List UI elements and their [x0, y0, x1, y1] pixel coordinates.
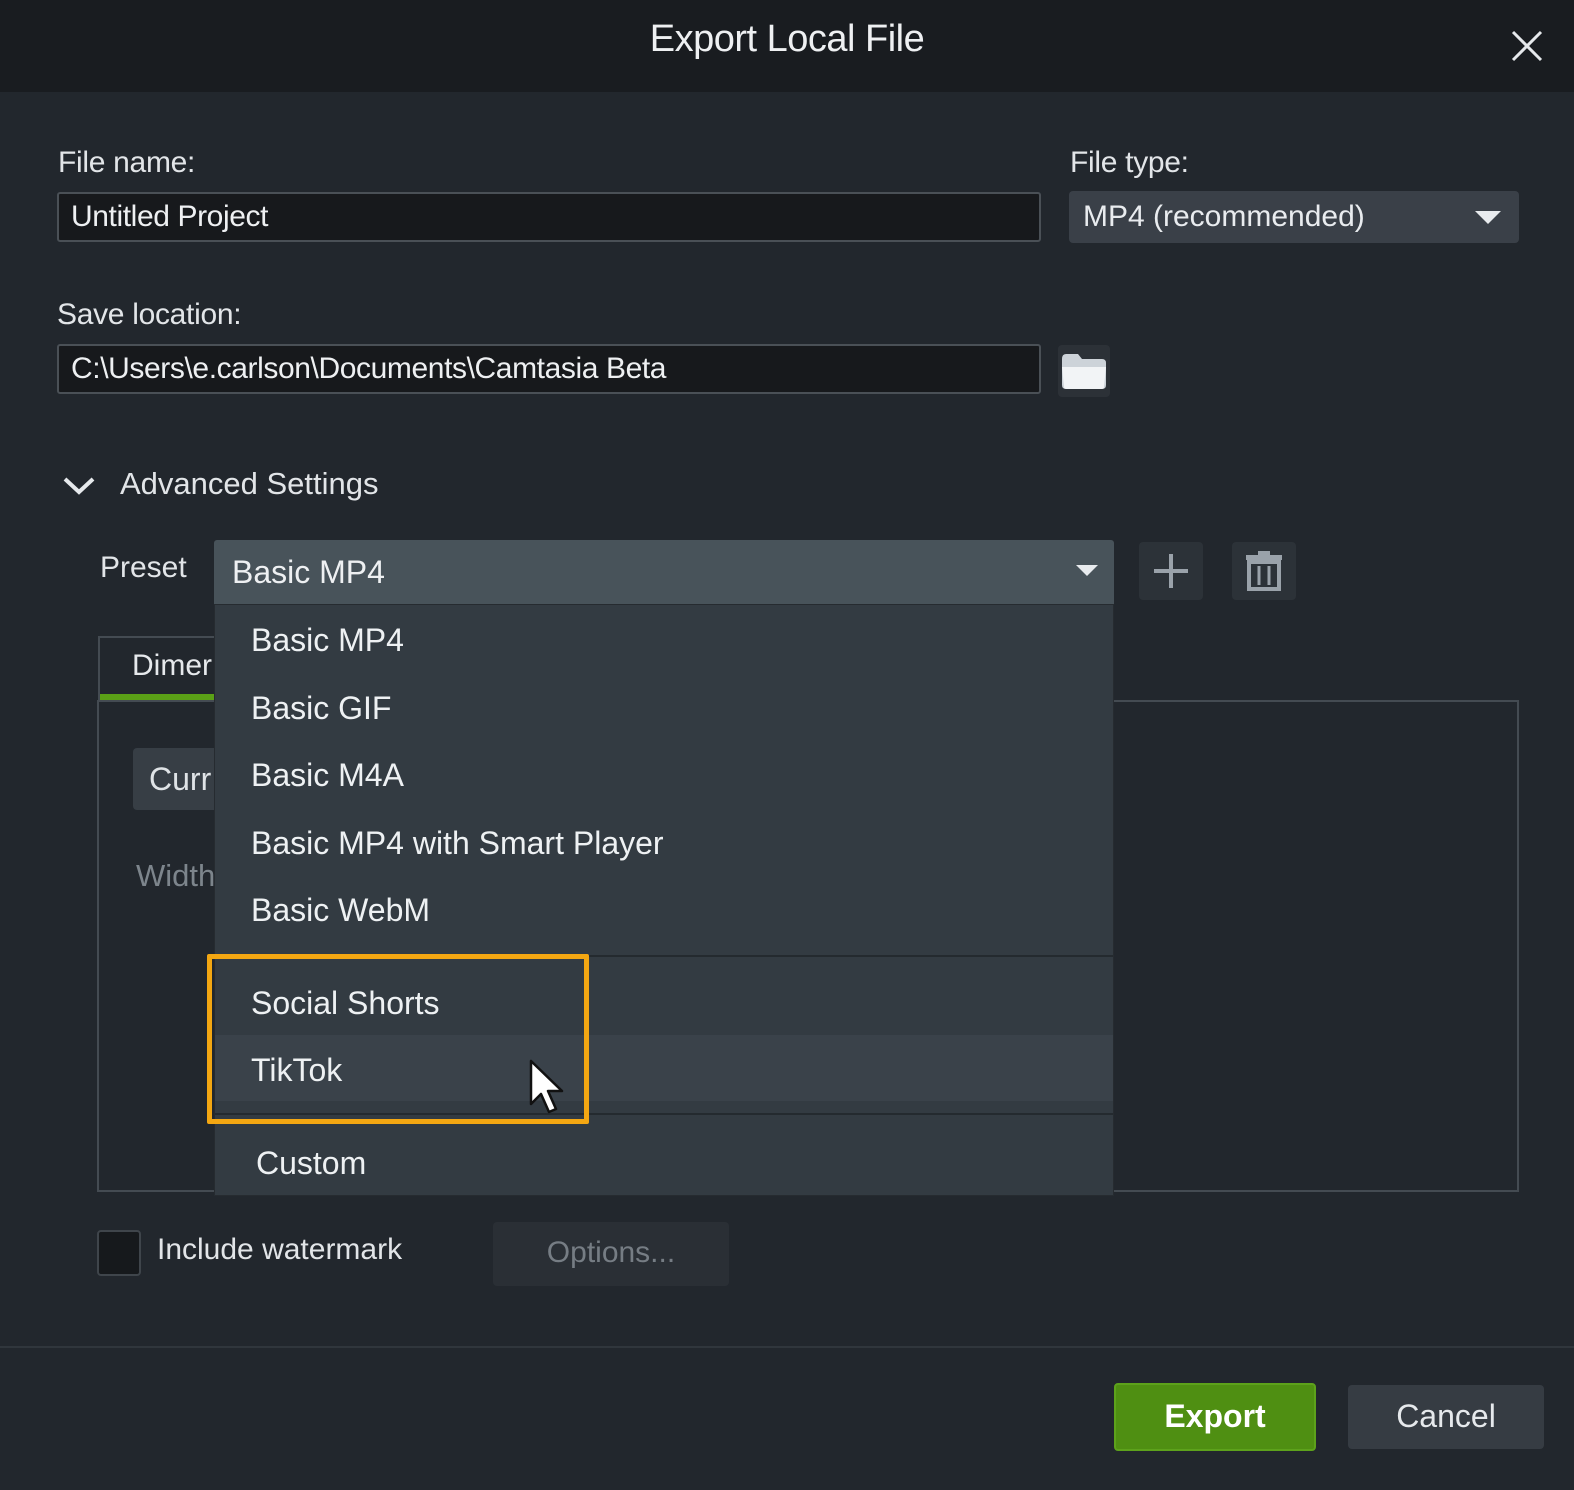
advanced-settings-toggle[interactable]: Advanced Settings: [120, 466, 379, 502]
dialog-title: Export Local File: [649, 18, 925, 60]
menu-item-custom[interactable]: Custom: [256, 1135, 366, 1191]
footer-divider: [0, 1346, 1574, 1348]
preset-selected-value: Basic MP4: [232, 554, 385, 590]
include-watermark-checkbox[interactable]: [97, 1230, 141, 1276]
include-watermark-label: Include watermark: [157, 1233, 403, 1266]
export-button[interactable]: Export: [1114, 1383, 1316, 1451]
file-name-label: File name:: [58, 146, 196, 179]
save-location-input[interactable]: C:\Users\e.carlson\Documents\Camtasia Be…: [57, 344, 1041, 394]
add-preset-button[interactable]: [1139, 542, 1203, 600]
watermark-options-button[interactable]: Options...: [493, 1222, 729, 1286]
chevron-down-icon: [1475, 211, 1501, 224]
menu-item-basic-m4a[interactable]: Basic M4A: [251, 747, 404, 803]
delete-preset-button[interactable]: [1232, 542, 1296, 600]
menu-item-basic-mp4[interactable]: Basic MP4: [251, 612, 404, 668]
file-type-label: File type:: [1070, 146, 1189, 179]
title-bar: Export Local File: [0, 0, 1574, 92]
trash-icon: [1246, 551, 1282, 591]
plus-icon: [1154, 554, 1188, 588]
file-type-value: MP4 (recommended): [1083, 200, 1365, 233]
preset-label: Preset: [100, 551, 187, 584]
mouse-cursor-icon: [529, 1059, 564, 1114]
file-type-select[interactable]: MP4 (recommended): [1069, 191, 1519, 243]
preset-select[interactable]: Basic MP4: [214, 540, 1114, 604]
cancel-button[interactable]: Cancel: [1348, 1385, 1544, 1449]
folder-icon: [1062, 354, 1106, 389]
menu-item-basic-mp4-smart-player[interactable]: Basic MP4 with Smart Player: [251, 815, 664, 871]
browse-folder-button[interactable]: [1058, 345, 1110, 397]
chevron-down-icon[interactable]: [62, 472, 96, 498]
save-location-label: Save location:: [57, 298, 242, 331]
chevron-down-icon: [1076, 565, 1098, 576]
menu-item-basic-webm[interactable]: Basic WebM: [251, 882, 430, 938]
file-name-input[interactable]: Untitled Project: [57, 192, 1041, 242]
width-label: Width: [136, 858, 216, 893]
close-icon[interactable]: [1505, 24, 1549, 68]
menu-item-basic-gif[interactable]: Basic GIF: [251, 680, 391, 736]
